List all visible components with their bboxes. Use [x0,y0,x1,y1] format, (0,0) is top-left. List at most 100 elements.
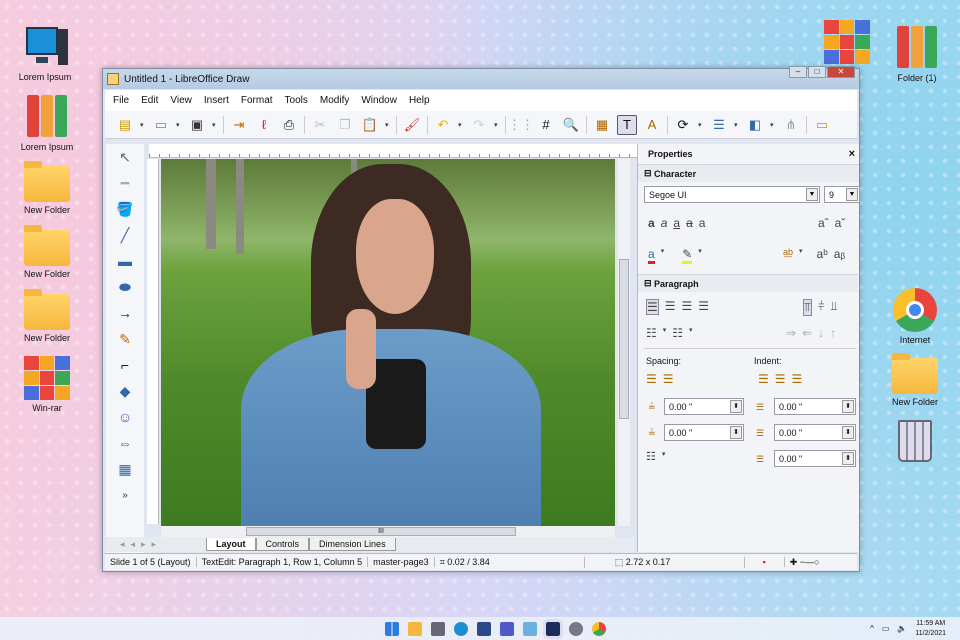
bullets-icon[interactable]: ☷ [646,326,657,340]
demote-icon[interactable]: ⇐ [802,326,812,340]
desktop-icon-binders[interactable]: Lorem Ipsum [12,95,82,152]
edge-icon[interactable] [454,621,468,636]
settings-icon[interactable] [569,621,583,636]
move-up-icon[interactable]: ↑ [830,326,836,340]
numbering-icon[interactable]: ☷ [672,326,683,340]
shadow-icon[interactable]: ▭ [812,115,832,135]
tab-layout[interactable]: Layout [206,538,256,551]
character-section-header[interactable]: ⊟ Character [638,164,859,182]
horizontal-scrollbar[interactable]: III [161,526,615,537]
line-icon[interactable]: ╱ [106,222,144,248]
arrow-line-icon[interactable]: → [106,300,144,326]
desktop-icon-folder[interactable]: New Folder [880,352,950,407]
desktop-icon-internet[interactable]: Internet [880,288,950,345]
desktop-icon-winrar[interactable] [812,20,882,67]
tab-dimension-lines[interactable]: Dimension Lines [309,538,396,551]
file-explorer-icon[interactable] [408,621,422,636]
chrome-taskbar-icon[interactable] [592,621,606,636]
below-paragraph-spacing-field[interactable]: 0.00 " ⬍ [664,424,744,441]
zoom-slider[interactable]: ✚ −—○ [785,557,825,568]
grid-icon[interactable]: ⋮⋮ [508,115,534,135]
paint-icon[interactable] [523,621,537,636]
menu-file[interactable]: File [113,95,129,106]
start-icon[interactable] [385,621,399,636]
desktop-icon-recycle-bin[interactable] [880,420,950,465]
underline-icon[interactable]: a [673,216,680,230]
font-name-field[interactable]: Segoe UI ▼ [644,186,820,203]
tab-navigation[interactable]: ◂◂▸▸ [106,539,206,550]
fontwork-icon[interactable]: A [642,115,662,135]
align-center-icon[interactable]: ☰ [665,299,676,315]
bold-icon[interactable]: a [648,216,655,230]
maximize-button[interactable]: □ [808,66,826,78]
clock[interactable]: 11:59 AM 11/2/2021 [915,619,946,639]
increase-spacing-icon[interactable]: ☰ [646,372,657,386]
increase-font-icon[interactable]: aˆ [818,216,829,230]
connector-icon[interactable]: ⌐ [106,352,144,378]
menu-tools[interactable]: Tools [285,95,308,106]
export-pdf-icon[interactable]: ℓ [254,115,274,135]
align-middle-icon[interactable]: ⫩ [818,299,825,316]
chevron-down-icon[interactable]: ▼ [806,188,818,201]
menu-help[interactable]: Help [409,95,430,106]
paragraph-section-header[interactable]: ⊟ Paragraph [638,274,858,292]
select-icon[interactable]: ↖ [106,144,144,170]
libreoffice-taskbar-icon[interactable] [543,618,563,639]
desktop-icon-computer[interactable]: Lorem Ipsum [10,25,80,82]
rotate-icon[interactable]: ⟳ [673,115,693,135]
first-line-indent-field[interactable]: 0.00 " ⬍ [774,450,856,467]
spin-button[interactable]: ⬍ [842,426,854,439]
italic-icon[interactable]: a [661,216,668,230]
strikethrough-icon[interactable]: a [686,216,693,230]
flowchart-icon[interactable]: ▦ [106,456,144,482]
align-icon[interactable]: ☰ [709,115,729,135]
cut-icon[interactable]: ✂ [310,115,330,135]
basic-shapes-icon[interactable]: ◆ [106,378,144,404]
decrease-spacing-icon[interactable]: ☰ [663,372,674,386]
zoom-icon[interactable]: 🔍 [561,115,581,135]
vertical-scrollbar[interactable] [618,159,630,526]
rectangle-icon[interactable]: ▬ [106,248,144,274]
align-top-icon[interactable]: ⫪ [803,299,812,316]
spin-button[interactable]: ⬍ [730,400,742,413]
image-icon[interactable]: ▦ [592,115,612,135]
fill-color-icon[interactable]: 🪣 [106,196,144,222]
helplines-icon[interactable]: # [536,115,556,135]
clone-formatting-icon[interactable]: 🖌 [402,115,422,135]
menu-format[interactable]: Format [241,95,273,106]
redo-icon[interactable]: ↷ [469,115,489,135]
character-spacing-icon[interactable]: a͟b [783,247,793,261]
subscript-icon[interactable]: aᵦ [834,247,845,261]
save-icon[interactable]: ▣ [187,115,207,135]
export-icon[interactable]: ⇥ [229,115,249,135]
curve-icon[interactable]: ✎ [106,326,144,352]
decrease-font-icon[interactable]: aˇ [835,216,846,230]
new-icon[interactable]: ▤ [115,115,135,135]
desktop-icon-folder[interactable]: New Folder [12,288,82,343]
spin-button[interactable]: ⬍ [842,400,854,413]
text-box-icon[interactable]: T [617,114,637,135]
desktop-icon-folder-1[interactable]: Folder (1) [882,26,952,83]
align-bottom-icon[interactable]: ⫫ [831,299,838,316]
highlight-icon[interactable]: ✎ [682,247,693,264]
ellipse-icon[interactable]: ⬬ [106,274,144,300]
network-icon[interactable]: ▭ [882,624,890,633]
print-icon[interactable]: ⎙ [279,115,299,135]
desktop-icon-winrar[interactable]: Win-rar [12,356,82,413]
hanging-indent-icon[interactable]: ☰ [792,372,803,386]
promote-icon[interactable]: ⇒ [786,326,796,340]
menu-view[interactable]: View [170,95,192,106]
open-icon[interactable]: ▭ [151,115,171,135]
menu-insert[interactable]: Insert [204,95,229,106]
move-down-icon[interactable]: ↓ [818,326,824,340]
font-color-icon[interactable]: a [648,247,655,264]
volume-icon[interactable]: 🔈 [897,624,907,633]
spin-button[interactable]: ⬍ [730,426,742,439]
align-left-icon[interactable]: ☰ [646,299,659,315]
desktop-icon-folder[interactable]: New Folder [12,160,82,215]
horizontal-ruler[interactable] [149,144,639,158]
camera-icon[interactable] [431,621,445,636]
after-text-indent-field[interactable]: 0.00 " ⬍ [774,424,856,441]
minimize-button[interactable]: – [789,66,807,78]
arrange-icon[interactable]: ◧ [745,115,765,135]
